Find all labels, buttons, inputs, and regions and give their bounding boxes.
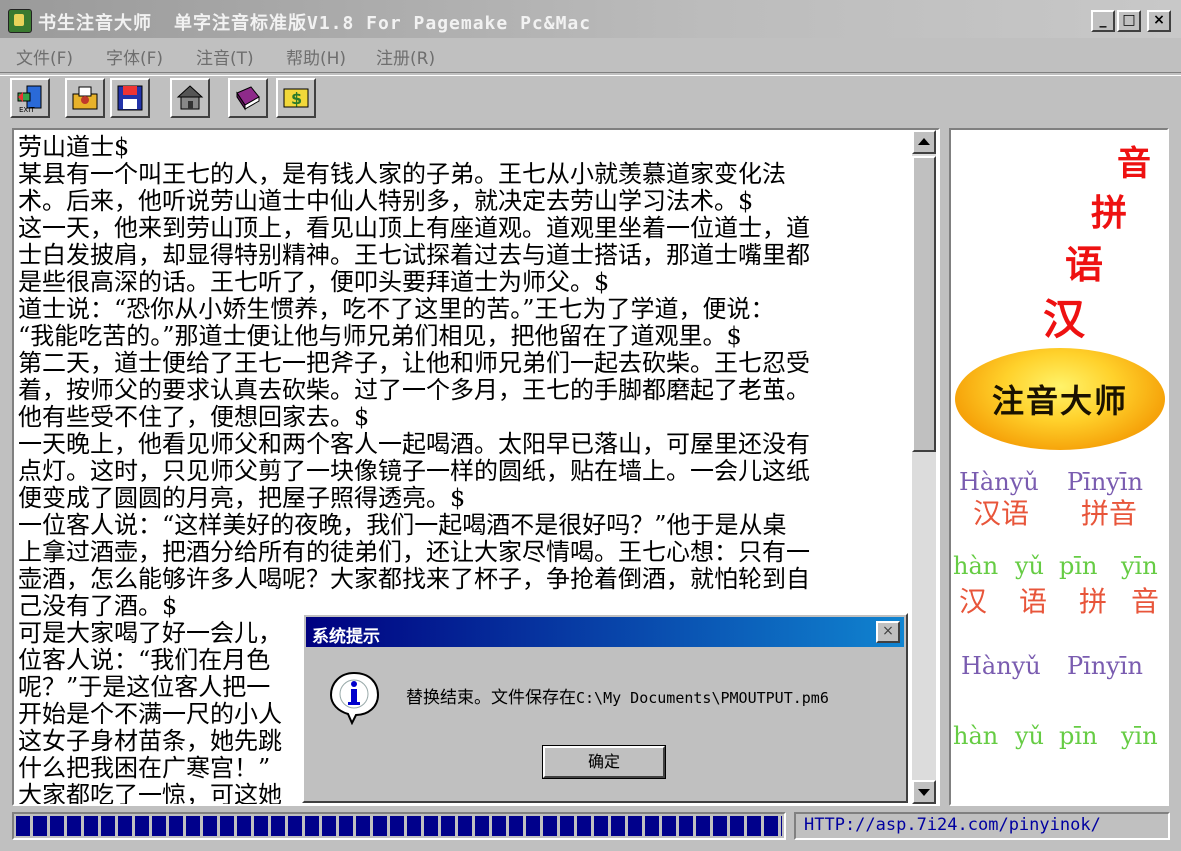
close-button[interactable]: ×	[1147, 10, 1171, 32]
hanzi-hanyu: 汉语	[973, 497, 1030, 530]
ok-button[interactable]: 确定	[542, 745, 666, 779]
menu-bar: 文件(F) 字体(F) 注音(T) 帮助(H) 注册(R)	[0, 38, 1181, 70]
menu-font[interactable]: 字体(F)	[106, 44, 163, 69]
editor-line: “我能吃苦的。”那道士便让他与师兄弟们相见，把他留在了道观里。$	[18, 323, 742, 350]
save-icon	[117, 85, 143, 111]
dialog-close-button[interactable]: ×	[876, 621, 900, 643]
title-bar: 书生注音大师 单字注音标准版V1.8 For Pagemake Pc&Mac _ …	[0, 0, 1181, 38]
scroll-up-button[interactable]	[912, 130, 936, 154]
logo-char-han: 汉	[1043, 295, 1086, 344]
editor-line: 点灯。这时，只见师父剪了一块像镜子一样的圆纸，贴在墙上。一会儿这纸	[18, 458, 810, 485]
logo-char-pin: 拼	[1091, 193, 1128, 234]
editor-line: 一天晚上，他看见师父和两个客人一起喝酒。太阳早已落山，可屋里还没有	[18, 431, 810, 458]
hanzi-yu: 语	[1019, 585, 1048, 618]
exit-button[interactable]: EXIT	[10, 78, 50, 118]
hanzi-pinyin: 拼音	[1081, 497, 1138, 530]
dialog-message-text: 替换结束。文件保存在	[406, 688, 576, 708]
pinyin-yu: yǔ	[1015, 552, 1045, 580]
home-button[interactable]	[170, 78, 210, 118]
toolbar-divider	[0, 72, 1181, 76]
svg-text:$: $	[291, 89, 302, 108]
scroll-thumb[interactable]	[912, 156, 936, 452]
hanzi-pin: 拼	[1079, 585, 1108, 618]
svg-text:EXIT: EXIT	[19, 106, 35, 113]
editor-line: 是些很高深的话。王七听了，便叩头要拜道士为师父。$	[18, 269, 610, 296]
menu-annotate[interactable]: 注音(T)	[196, 44, 254, 69]
pinyin-pin-2: pīn	[1059, 722, 1098, 750]
dialog-file-path: C:\My Documents\PMOUTPUT.pm6	[576, 689, 829, 707]
exit-icon: EXIT	[17, 85, 42, 113]
scroll-down-button[interactable]	[912, 780, 936, 804]
open-folder-icon	[72, 86, 98, 110]
app-edition: 单字注音标准版V1.8 For Pagemake Pc&Mac	[174, 13, 592, 34]
editor-line: 他有些受不住了，便想回家去。$	[18, 404, 370, 431]
pinyin-hanyu-2: Hànyǔ	[961, 652, 1041, 680]
progress-fill	[16, 816, 782, 836]
window-title: 书生注音大师 单字注音标准版V1.8 For Pagemake Pc&Mac	[38, 9, 591, 35]
editor-line: 一位客人说：“这样美好的夜晚，我们一起喝酒不是很好吗？”他于是从桌	[18, 512, 787, 539]
logo-char-yin: 音	[1117, 144, 1151, 184]
hanzi-han: 汉	[959, 585, 988, 618]
editor-line: 便变成了圆圆的月亮，把屋子照得透亮。$	[18, 485, 466, 512]
editor-line: 某县有一个叫王七的人，是有钱人家的子弟。王七从小就羡慕道家变化法	[18, 161, 786, 188]
money-icon: $	[283, 88, 309, 108]
open-button[interactable]	[65, 78, 105, 118]
website-url[interactable]: HTTP://asp.7i24.com/pinyinok/	[794, 812, 1170, 840]
menu-help[interactable]: 帮助(H)	[286, 44, 346, 69]
vertical-scrollbar[interactable]	[912, 130, 936, 804]
editor-line: 士白发披肩，却显得特别精神。王七试探着过去与道士搭话，那道士嘴里都	[18, 242, 810, 269]
app-name: 书生注音大师	[38, 13, 152, 34]
dialog-message: 替换结束。文件保存在C:\My Documents\PMOUTPUT.pm6	[406, 683, 829, 708]
pinyin-pinyin-2: Pīnyīn	[1067, 652, 1143, 680]
pinyin-han-2: hàn	[953, 722, 999, 750]
menu-register[interactable]: 注册(R)	[376, 44, 435, 69]
register-button[interactable]: $	[276, 78, 316, 118]
logo-badge: 注音大师	[955, 348, 1165, 450]
dialog-title-bar: 系统提示 ×	[306, 617, 904, 647]
editor-line: 上拿过酒壶，把酒分给所有的徒弟们，还让大家尽情喝。王七心想：只有一	[18, 539, 810, 566]
logo-title: 注音大师	[991, 382, 1128, 420]
editor-line: 壶酒，怎么能够许多人喝呢？大家都找来了杯子，争抢着倒酒，就怕轮到自	[18, 566, 810, 593]
system-prompt-dialog: 系统提示 × 替换结束。文件保存在C:\My Documents\PMOUTPU…	[302, 613, 908, 803]
editor-line: 术。后来，他听说劳山道士中仙人特别多，就决定去劳山学习法术。$	[18, 188, 754, 215]
status-bar: HTTP://asp.7i24.com/pinyinok/	[0, 808, 1181, 851]
editor-line: 着，按师父的要求认真去砍柴。过了一个多月，王七的手脚都磨起了老茧。	[18, 377, 810, 404]
maximize-button[interactable]: □	[1117, 10, 1141, 32]
arrow-down-icon	[918, 789, 930, 796]
home-icon	[176, 85, 204, 110]
minimize-button[interactable]: _	[1091, 10, 1115, 32]
book-icon	[236, 86, 260, 111]
editor-line: 这一天，他来到劳山顶上，看见山顶上有座道观。道观里坐着一位道士，道	[18, 215, 810, 242]
pinyin-han: hàn	[953, 552, 999, 580]
help-book-button[interactable]	[228, 78, 268, 118]
pinyin-yu-2: yǔ	[1015, 722, 1045, 750]
info-icon	[329, 671, 380, 725]
hanzi-yin: 音	[1131, 585, 1160, 618]
arrow-up-icon	[918, 138, 930, 145]
save-button[interactable]	[110, 78, 150, 118]
app-logo-icon	[8, 9, 32, 33]
progress-bar	[12, 812, 786, 840]
logo-char-yu: 语	[1065, 243, 1104, 287]
logo-panel: 音 拼 语 汉 注音大师 Hànyǔ Pīnyīn 汉语 拼音 hàn yǔ p…	[949, 128, 1169, 806]
editor-line: 劳山道士$	[18, 134, 130, 161]
pinyin-yin-2: yīn	[1121, 722, 1158, 750]
menu-file[interactable]: 文件(F)	[16, 44, 73, 69]
dialog-title: 系统提示	[312, 627, 380, 647]
editor-line: 第二天，道士便给了王七一把斧子，让他和师兄弟们一起去砍柴。王七忍受	[18, 350, 810, 377]
ok-button-label: 确定	[543, 746, 665, 778]
pinyin-yin: yīn	[1121, 552, 1158, 580]
editor-line: 道士说：“恐你从小娇生惯养，吃不了这里的苦。”王七为了学道，便说：	[18, 296, 775, 323]
pinyin-pin: pīn	[1059, 552, 1098, 580]
